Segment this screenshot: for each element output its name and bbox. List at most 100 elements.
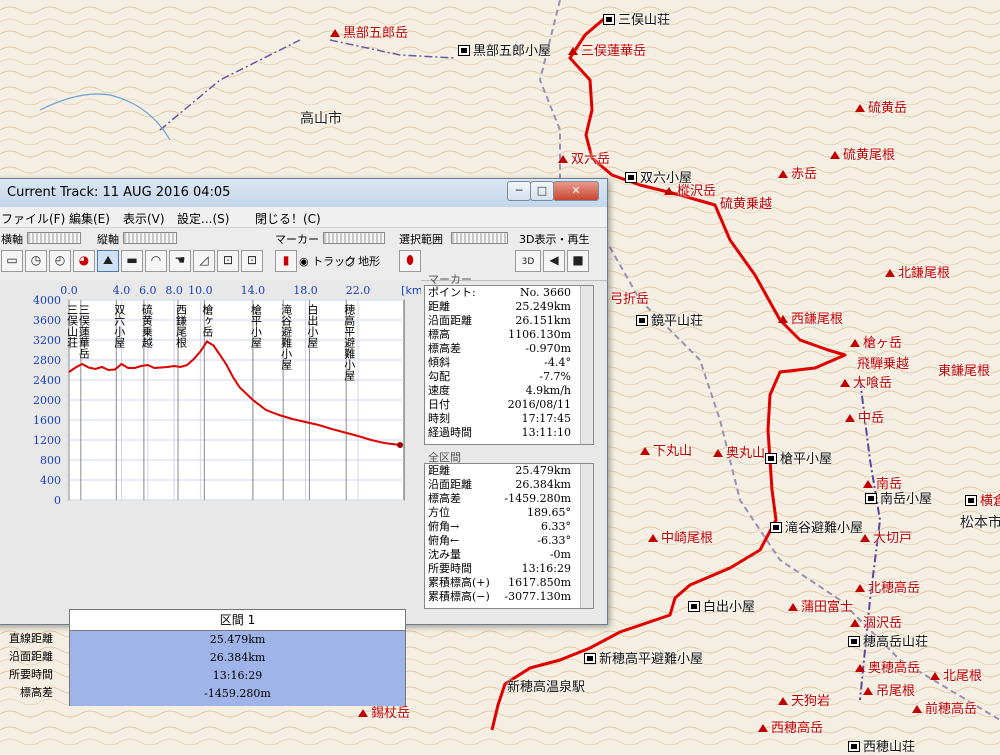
menu-file[interactable]: ファイル(F) xyxy=(1,210,65,227)
summit-icon xyxy=(860,534,870,542)
map-label-text: 吊尾根 xyxy=(876,684,916,699)
flat-button[interactable]: ▬ xyxy=(121,250,143,272)
x-tick-label: 0.0 xyxy=(60,284,78,297)
summit-icon xyxy=(845,414,855,422)
x-tick-label: 22.0 xyxy=(346,284,371,297)
map-label-text: 天狗岩 xyxy=(791,694,831,709)
info-row: 累積標高(−) -3077.130m xyxy=(425,590,593,604)
map-label: 飛騨乗越 xyxy=(857,353,909,372)
stop-button[interactable]: ■ xyxy=(567,250,589,272)
map-label: 吊尾根 xyxy=(863,680,915,699)
mountain-profile-button[interactable]: ⛰ xyxy=(97,250,119,272)
marker-pin-button[interactable]: ▮ xyxy=(275,250,297,272)
summit-icon xyxy=(830,151,840,159)
info-key: 距離 xyxy=(428,464,450,477)
info-value: 2016/08/11 xyxy=(507,398,571,411)
waypoint-label: 穂高平避難小屋 xyxy=(343,303,356,382)
select-pin-button[interactable]: ⬮ xyxy=(399,250,421,272)
total-info-box: 距離 25.479km 沿面距離 26.384km 標高差 -1459.280m 方位 189… xyxy=(424,463,594,609)
marker-slider[interactable] xyxy=(323,232,385,244)
yoko-axis-slider[interactable] xyxy=(27,232,81,244)
x-tick-label: 14.0 xyxy=(241,284,266,297)
info-key: 標高 xyxy=(428,328,450,341)
radio-empty-icon: ○ xyxy=(345,255,355,268)
minimize-button[interactable]: ─ xyxy=(507,181,531,201)
selection-slider[interactable] xyxy=(451,232,508,244)
map-label: 北穂高岳 xyxy=(855,577,920,596)
play-back-button[interactable]: ◀ xyxy=(543,250,565,272)
summit-icon xyxy=(778,697,788,705)
vehicle2-button[interactable]: ⊡ xyxy=(241,250,263,272)
map-label-text: 北鎌尾根 xyxy=(898,266,951,281)
map-label: 北鎌尾根 xyxy=(885,262,950,281)
map-label-text: 西穂山荘 xyxy=(863,740,916,755)
terrain-radio[interactable]: ○ 地形 xyxy=(345,253,380,269)
info-key: 累積標高(−) xyxy=(428,590,490,603)
info-panel: マーカー ポイント: No. 3660 距離 25.249km 沿面距離 26.151km… xyxy=(424,271,594,616)
section-box: 区間 1 25.479km 26.384km 13:16:29 -1459.28… xyxy=(69,609,406,706)
info-value: 1106.130m xyxy=(508,328,571,341)
info-value: No. 3660 xyxy=(519,286,571,299)
map-label: 北尾根 xyxy=(930,665,982,684)
info-row: 距離 25.479km xyxy=(425,464,593,478)
section-title: 区間 1 xyxy=(70,610,405,631)
map-label-text: 北尾根 xyxy=(943,669,983,684)
hut-icon xyxy=(848,636,860,647)
info-value: 26.384km xyxy=(515,478,571,491)
3d-icon: 3D xyxy=(521,257,535,267)
close-button[interactable]: ✕ xyxy=(553,181,599,201)
vehicle-button[interactable]: ⊡ xyxy=(217,250,239,272)
map-label-text: 涸沢岳 xyxy=(863,616,903,631)
track-window[interactable]: Current Track: 11 AUG 2016 04:05 ─ □ ✕ フ… xyxy=(0,178,608,706)
view3d-button[interactable]: 3D xyxy=(515,250,541,272)
map-label-text: 滝谷避難小屋 xyxy=(785,521,864,536)
slope-button[interactable]: ◿ xyxy=(193,250,215,272)
pie-button[interactable]: ◕ xyxy=(73,250,95,272)
elevation-chart-panel: 4000 3600 3200 2800 2400 2000 1600 1200 800 400 0 0… xyxy=(0,280,421,706)
summit-icon xyxy=(664,187,674,195)
y-tick-label: 400 xyxy=(40,474,61,487)
menu-settings[interactable]: 設定...(S) xyxy=(177,210,229,227)
hut-icon xyxy=(458,45,470,56)
map-label-text: 西穂高岳 xyxy=(771,721,824,736)
summit-icon xyxy=(855,104,865,112)
maximize-button[interactable]: □ xyxy=(530,181,554,201)
elevation-chart[interactable]: 4000360032002800240020001600120080040000… xyxy=(0,280,421,610)
summit-icon xyxy=(912,705,922,713)
map-label: 滝谷避難小屋 xyxy=(770,517,863,536)
info-value: 17:17:45 xyxy=(521,412,571,425)
y-tick-label: 2800 xyxy=(33,354,61,367)
total-scrollbar[interactable] xyxy=(580,464,593,608)
tate-axis-slider[interactable] xyxy=(123,232,177,244)
hand-button[interactable]: ☚ xyxy=(169,250,191,272)
title-bar[interactable]: Current Track: 11 AUG 2016 04:05 ─ □ ✕ xyxy=(0,179,607,207)
info-row: 時刻 17:17:45 xyxy=(425,412,593,426)
grid-button[interactable]: ▭ xyxy=(1,250,23,272)
menu-close[interactable]: 閉じる！(C) xyxy=(255,210,321,227)
map-label: 大喰岳 xyxy=(840,372,892,391)
info-value: -3077.130m xyxy=(504,590,571,603)
smooth-icon: ◠ xyxy=(150,253,162,267)
menu-edit[interactable]: 編集(E) xyxy=(69,210,110,227)
waypoint-label: 硫黄乗越 xyxy=(140,303,153,349)
summit-icon xyxy=(330,29,340,37)
info-value: -0m xyxy=(549,548,571,561)
info-row: 沿面距離 26.384km xyxy=(425,478,593,492)
map-label: 南岳小屋 xyxy=(865,488,932,507)
menu-view[interactable]: 表示(V) xyxy=(123,210,165,227)
info-key: 傾斜 xyxy=(428,356,450,369)
clock123-button[interactable]: ◴ xyxy=(49,250,71,272)
summit-icon xyxy=(778,315,788,323)
summit-icon xyxy=(855,584,865,592)
info-key: 沈み量 xyxy=(428,548,461,561)
current-position-marker xyxy=(397,442,404,448)
info-value: 25.479km xyxy=(515,464,571,477)
clock-button[interactable]: ◷ xyxy=(25,250,47,272)
map-label-text: 黒部五郎岳 xyxy=(343,26,409,41)
smooth-button[interactable]: ◠ xyxy=(145,250,167,272)
info-row: 勾配 -7.7% xyxy=(425,370,593,384)
info-row: 俯角→ 6.33° xyxy=(425,520,593,534)
map-label: 三俣蓮華岳 xyxy=(568,40,646,59)
map-label: 横倉 xyxy=(965,490,1000,509)
marker-scrollbar[interactable] xyxy=(580,286,593,444)
